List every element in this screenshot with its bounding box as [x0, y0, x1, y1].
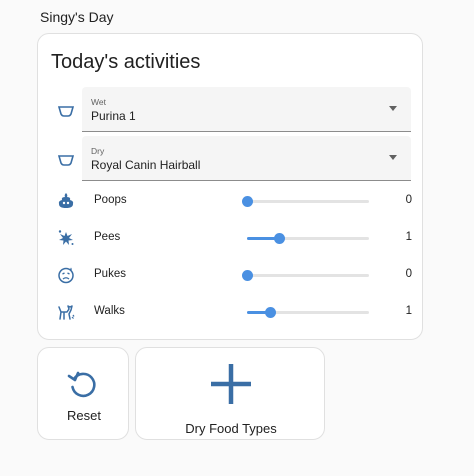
header-title: Singy's Day [40, 9, 114, 25]
reset-button[interactable]: Reset [37, 347, 129, 440]
wet-food-select-value: Purina 1 [91, 109, 136, 123]
dry-food-select-value: Royal Canin Hairball [91, 158, 201, 172]
reset-button-label: Reset [67, 408, 101, 423]
card-title: Today's activities [51, 51, 201, 73]
bowl-icon [57, 153, 75, 166]
pees-value: 1 [405, 231, 412, 243]
activities-card: Today's activities Wet Purina 1 Dry Roya… [37, 33, 423, 340]
pee-splash-icon [57, 229, 75, 247]
dry-food-types-button-label: Dry Food Types [185, 421, 277, 436]
wet-food-select-row: Wet Purina 1 [38, 87, 424, 132]
plus-icon [210, 363, 252, 405]
walks-slider[interactable] [247, 307, 369, 318]
reset-icon [65, 367, 101, 403]
dry-food-types-button[interactable]: Dry Food Types [135, 347, 325, 440]
pukes-label: Pukes [94, 268, 126, 280]
wet-food-select[interactable]: Wet Purina 1 [82, 87, 411, 132]
pees-row: Pees 1 [38, 226, 424, 250]
chevron-down-icon [389, 106, 397, 111]
walks-label: Walks [94, 305, 125, 317]
walk-icon [57, 303, 75, 321]
bowl-icon [57, 104, 75, 117]
poops-value: 0 [405, 194, 412, 206]
pukes-row: Pukes 0 [38, 263, 424, 287]
walks-value: 1 [405, 305, 412, 317]
walks-row: Walks 1 [38, 300, 424, 324]
wet-food-select-label: Wet [91, 97, 106, 107]
chevron-down-icon [389, 155, 397, 160]
poops-slider-thumb[interactable] [242, 196, 253, 207]
walks-slider-thumb[interactable] [265, 307, 277, 318]
dry-food-select[interactable]: Dry Royal Canin Hairball [82, 136, 411, 181]
pees-slider-thumb[interactable] [273, 233, 285, 244]
pukes-slider-thumb[interactable] [242, 270, 253, 281]
dry-food-select-label: Dry [91, 146, 105, 156]
pukes-value: 0 [405, 268, 412, 280]
poops-slider[interactable] [242, 196, 369, 207]
dry-food-select-row: Dry Royal Canin Hairball [38, 136, 424, 181]
poop-icon [57, 192, 75, 210]
pees-slider[interactable] [247, 233, 369, 244]
poops-label: Poops [94, 194, 127, 206]
sick-face-icon [57, 266, 75, 284]
pees-label: Pees [94, 231, 121, 243]
poops-row: Poops 0 [38, 189, 424, 213]
pukes-slider[interactable] [242, 270, 369, 281]
